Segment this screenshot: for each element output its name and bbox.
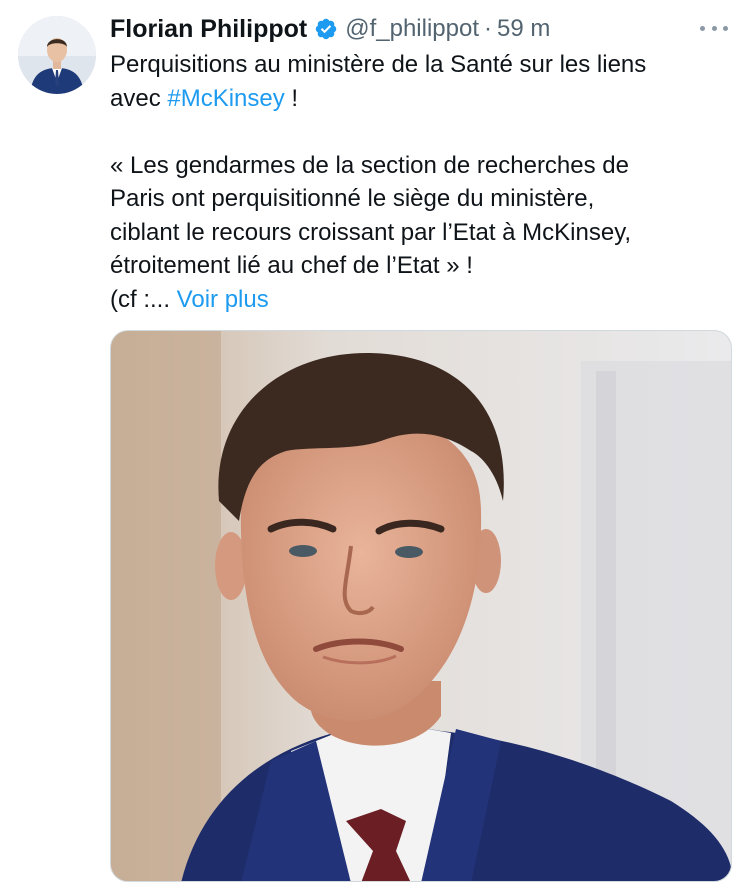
tweet-text-line: ciblant le recours croissant par l’Etat … [110,218,632,246]
tweet-text-line: étroitement lié au chef de l’Etat » ! [110,252,473,279]
photo-image [111,331,731,881]
avatar-image [18,16,96,94]
separator-dot: · [484,15,492,42]
truncated-text: (cf :... [110,285,170,313]
more-options-icon[interactable] [700,20,728,36]
timestamp[interactable]: 59 m [497,15,550,43]
tweet-header: Florian Philippot @f_philippot · 59 m [110,12,550,46]
tweet-text: Perquisitions au ministère de la Santé s… [110,48,730,316]
tweet-text-line: avec #McKinsey ! [110,82,730,116]
tweet-text-line: (cf :... Voir plus [110,283,730,317]
tweet-text-line: Paris ont perquisitionné le siège du min… [110,185,595,212]
tweet-media-photo[interactable] [110,330,732,882]
more-dot [700,25,705,31]
verified-badge-icon [314,17,338,41]
author-display-name[interactable]: Florian Philippot [110,15,307,44]
more-dot [711,25,717,31]
author-handle[interactable]: @f_philippot [345,15,479,43]
tweet-text-line: « Les gendarmes de la section de recherc… [110,151,629,179]
more-dot [723,25,728,31]
avatar[interactable] [18,16,96,94]
tweet-text-fragment: avec [110,84,168,112]
hashtag-link[interactable]: #McKinsey [167,85,284,112]
tweet-text-line: Perquisitions au ministère de la Santé s… [110,51,647,78]
show-more-link[interactable]: Voir plus [177,286,269,313]
tweet-text-fragment: ! [284,84,299,112]
tweet[interactable]: Florian Philippot @f_philippot · 59 m Pe… [0,0,750,891]
